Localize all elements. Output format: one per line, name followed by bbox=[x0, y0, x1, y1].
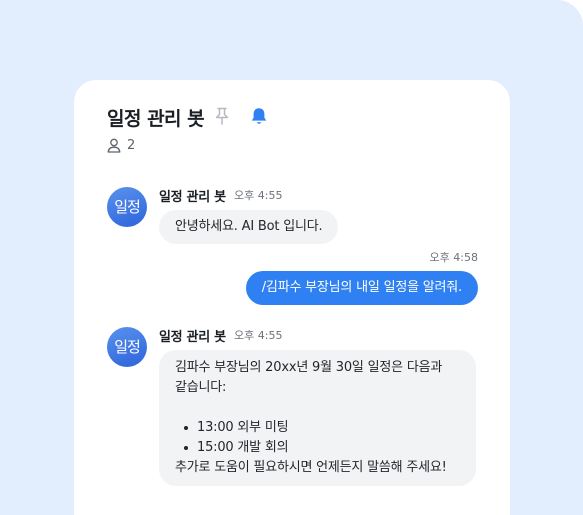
message-bubble: 김파수 부장님의 20xx년 9월 30일 일정은 다음과 같습니다: 13:0… bbox=[159, 350, 476, 486]
app-background: 일정 관리 봇 2 일정 일정 관리 봇 오후 4:55 안녕하세요. AI B… bbox=[0, 0, 583, 515]
bot-avatar[interactable]: 일정 bbox=[107, 187, 147, 227]
chat-title: 일정 관리 봇 bbox=[107, 108, 205, 130]
member-count-value: 2 bbox=[127, 137, 136, 153]
message-line: 김파수 부장님의 20xx년 9월 30일 일정은 다음과 bbox=[175, 360, 443, 375]
chat-panel: 일정 관리 봇 2 일정 일정 관리 봇 오후 4:55 안녕하세요. AI B… bbox=[74, 80, 510, 515]
schedule-item: 13:00 외부 미팅 bbox=[175, 418, 460, 438]
sender-name: 일정 관리 봇 bbox=[159, 330, 226, 345]
member-count: 2 bbox=[107, 136, 135, 154]
sent-message-bubble: /김파수 부장님의 내일 일정을 알려줘. bbox=[245, 271, 478, 305]
bell-icon[interactable] bbox=[250, 107, 268, 126]
bullet-dot bbox=[184, 426, 188, 430]
schedule-item-text: 15:00 개발 회의 bbox=[197, 440, 289, 455]
bullet-dot bbox=[184, 446, 188, 450]
message-line: 같습니다: bbox=[175, 380, 227, 395]
message-bubble: 안녕하세요. AI Bot 입니다. bbox=[159, 210, 339, 244]
message-line: 추가로 도움이 필요하시면 언제든지 말씀해 주세요! bbox=[175, 460, 447, 475]
schedule-item-text: 13:00 외부 미팅 bbox=[197, 420, 289, 435]
schedule-item: 15:00 개발 회의 bbox=[175, 438, 460, 458]
message-time: 오후 4:55 bbox=[234, 189, 283, 202]
person-icon bbox=[107, 138, 121, 153]
message-time: 오후 4:55 bbox=[234, 329, 283, 342]
sender-name: 일정 관리 봇 bbox=[159, 190, 226, 205]
bot-avatar[interactable]: 일정 bbox=[107, 327, 147, 367]
message-time: 오후 4:58 bbox=[429, 251, 478, 264]
pin-icon[interactable] bbox=[214, 107, 230, 125]
